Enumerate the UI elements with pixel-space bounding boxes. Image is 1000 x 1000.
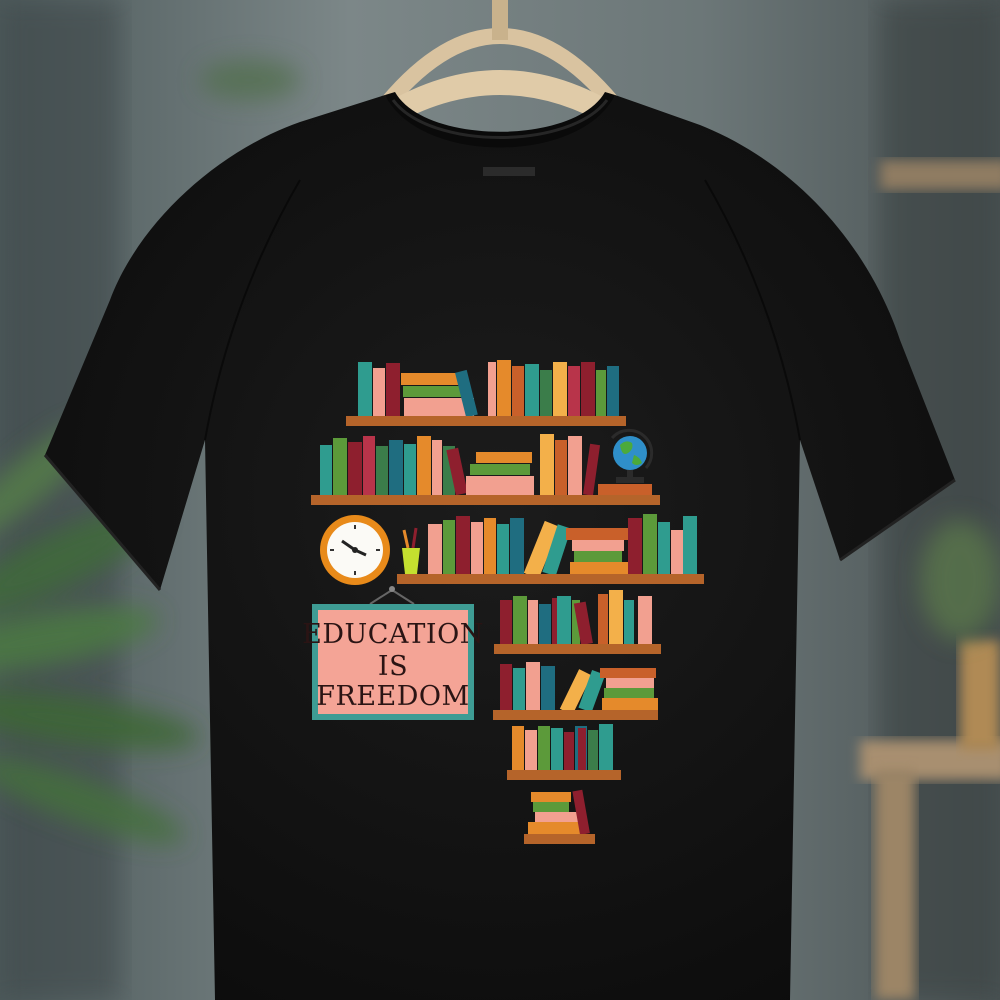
- shelf-row-5-books: [500, 662, 658, 715]
- clock-icon: [320, 515, 390, 585]
- shelf-2: [311, 495, 660, 505]
- shelf-row-3-books: [402, 514, 697, 579]
- shelf-row-1-books: [358, 360, 619, 418]
- sign-line-3: FREEDOM: [316, 681, 469, 712]
- shelf-5: [493, 710, 658, 720]
- product-photo: EDUCATION IS FREEDOM: [0, 0, 1000, 1000]
- shelf-4: [494, 644, 661, 654]
- education-sign: EDUCATION IS FREEDOM: [302, 586, 484, 720]
- shelf-1: [346, 416, 626, 426]
- shelf-3: [397, 574, 704, 584]
- shelf-6: [507, 770, 621, 780]
- shelf-row-6-books: [512, 724, 613, 770]
- sign-line-2: IS: [378, 651, 408, 682]
- shelf-row-7-books: [528, 789, 590, 835]
- sign-line-1: EDUCATION: [302, 619, 484, 650]
- shelf-7: [524, 834, 595, 844]
